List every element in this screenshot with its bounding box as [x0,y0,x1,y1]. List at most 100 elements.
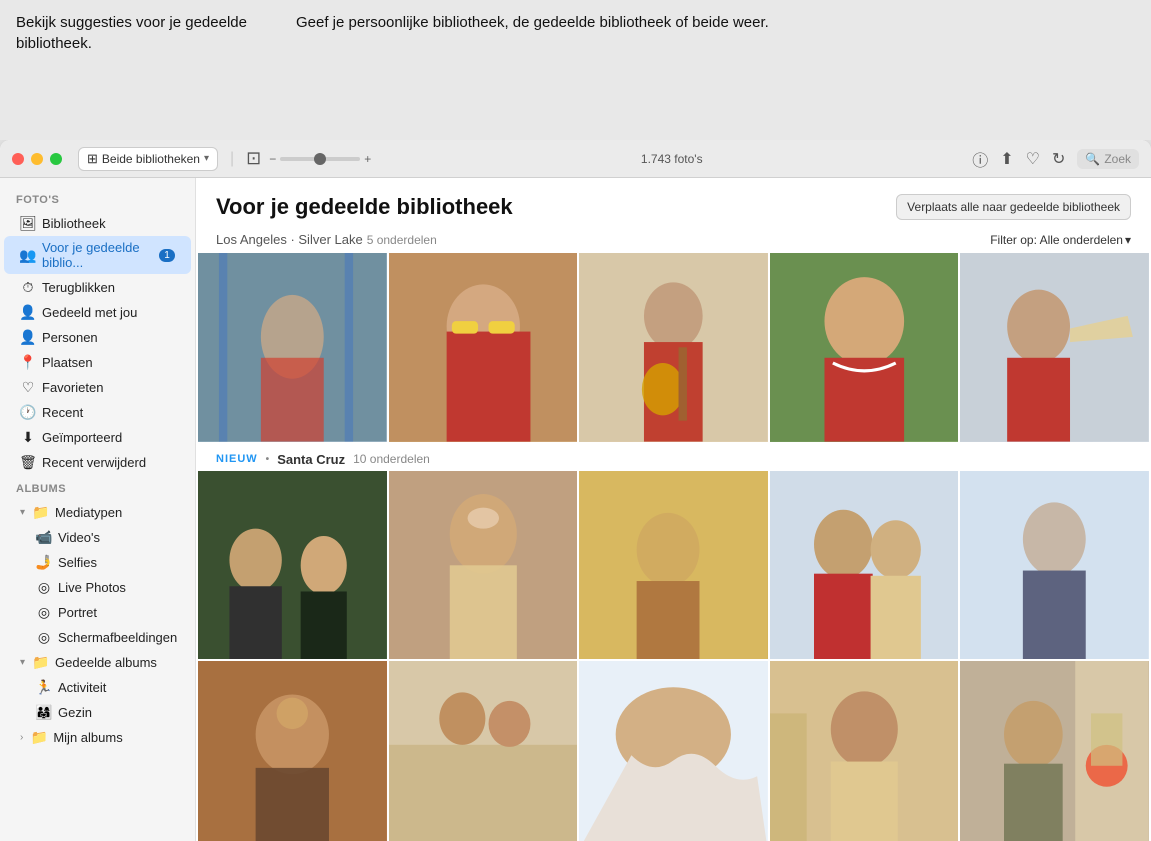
sidebar-item-recent[interactable]: 🕐 Recent [4,400,191,424]
heart-icon[interactable]: ♡ [1026,149,1040,169]
mediatypen-expand-icon: ▾ [20,507,25,518]
photo-cell[interactable] [960,253,1149,442]
sidebar-item-schermafbeeldingen[interactable]: ◎ Schermafbeeldingen [4,625,191,649]
callout-2: Geef je persoonlijke bibliotheek, de ged… [280,0,1151,140]
sidebar-item-label: Gedeelde albums [55,655,157,670]
library-selector[interactable]: ⊞ Beide bibliotheken ▾ [78,147,218,171]
live-photos-icon: ◎ [36,579,52,595]
favorieten-icon: ♡ [20,379,36,395]
sidebar-item-mijn-albums[interactable]: › 📁 Mijn albums [4,725,191,749]
share-icon[interactable]: ⬆ [1000,149,1013,169]
sidebar: Foto's 🖼 Bibliotheek 👥 Voor je gedeelde … [0,178,196,841]
photo-grid-la [196,253,1151,442]
photo-cell[interactable] [389,253,578,442]
minimize-button[interactable] [31,153,43,165]
mijn-albums-icon: 📁 [31,729,47,745]
sidebar-item-label: Gezin [58,705,92,720]
sidebar-item-recent-verwijderd[interactable]: 🗑 Recent verwijderd [4,450,191,474]
sidebar-item-gedeeld-met-jou[interactable]: 👤 Gedeeld met jou [4,300,191,324]
mijn-albums-expand-icon: › [20,732,23,743]
voor-gedeelde-badge: 1 [159,249,175,262]
recent-icon: 🕐 [20,404,36,420]
sidebar-item-label: Gedeeld met jou [42,305,137,320]
activiteit-icon: 🏃 [36,679,52,695]
sidebar-item-personen[interactable]: 👤 Personen [4,325,191,349]
sidebar-item-label: Live Photos [58,580,126,595]
sidebar-item-terugblikken[interactable]: ⏱ Terugblikken [4,275,191,299]
photo-cell[interactable] [198,253,387,442]
sidebar-item-plaatsen[interactable]: 📍 Plaatsen [4,350,191,374]
photo-count-label: 1.743 foto's [641,152,703,166]
selfies-icon: 🤳 [36,554,52,570]
slideshow-button[interactable]: ⊡ [246,148,261,169]
callout-2-text: Geef je persoonlijke bibliotheek, de ged… [296,14,769,31]
sidebar-item-label: Personen [42,330,98,345]
photo-cell[interactable] [579,253,768,442]
sidebar-item-geimporteerd[interactable]: ⬇ Geïmporteerd [4,425,191,449]
photo-count: 1.743 foto's [379,152,964,166]
traffic-lights [12,153,62,165]
bullet: • [266,454,270,465]
sidebar-item-mediatypen[interactable]: ▾ 📁 Mediatypen [4,500,191,524]
photo-cell[interactable] [198,661,387,841]
sidebar-item-label: Selfies [58,555,97,570]
sidebar-item-label: Video's [58,530,100,545]
main-content: Voor je gedeelde bibliotheek Verplaats a… [196,178,1151,841]
geimporteerd-icon: ⬇ [20,429,36,445]
gezin-icon: 👨‍👩‍👧 [36,704,52,720]
photo-cell[interactable] [960,471,1149,660]
filter-button[interactable]: Filter op: Alle onderdelen ▾ [990,233,1131,247]
sidebar-item-label: Voor je gedeelde biblio... [42,240,153,270]
photo-cell[interactable] [770,471,959,660]
photo-cell[interactable] [960,661,1149,841]
rotate-icon[interactable]: ↻ [1052,149,1065,169]
photo-cell[interactable] [389,661,578,841]
page-title: Voor je gedeelde bibliotheek [216,194,513,220]
location-text-la: Los Angeles · Silver Lake [216,232,363,247]
photo-cell[interactable] [389,471,578,660]
photo-cell[interactable] [198,471,387,660]
photo-cell[interactable] [579,471,768,660]
sidebar-item-label: Recent verwijderd [42,455,146,470]
sidebar-item-label: Terugblikken [42,280,115,295]
mediatypen-icon: 📁 [33,504,49,520]
toolbar: ⊞ Beide bibliotheken ▾ | ⊡ − + 1.743 fot… [78,147,1139,171]
fotos-section-label: Foto's [0,186,195,210]
sidebar-item-activiteit[interactable]: 🏃 Activiteit [4,675,191,699]
search-box[interactable]: 🔍 Zoek [1077,149,1139,169]
zoom-slider[interactable] [280,157,360,161]
schermafbeeldingen-icon: ◎ [36,629,52,645]
section-location-la: Los Angeles · Silver Lake 5 onderdelen [216,232,437,247]
gedeelde-albums-expand-icon: ▾ [20,657,25,668]
sidebar-item-gedeelde-albums[interactable]: ▾ 📁 Gedeelde albums [4,650,191,674]
close-button[interactable] [12,153,24,165]
sidebar-item-selfies[interactable]: 🤳 Selfies [4,550,191,574]
sidebar-item-live-photos[interactable]: ◎ Live Photos [4,575,191,599]
sidebar-item-favorieten[interactable]: ♡ Favorieten [4,375,191,399]
sidebar-item-bibliotheek[interactable]: 🖼 Bibliotheek [4,211,191,235]
sidebar-item-videos[interactable]: 📹 Video's [4,525,191,549]
photo-cell[interactable] [770,253,959,442]
photo-cell[interactable] [579,661,768,841]
zoom-minus[interactable]: − [269,152,276,166]
sidebar-item-gezin[interactable]: 👨‍👩‍👧 Gezin [4,700,191,724]
title-bar: ⊞ Beide bibliotheken ▾ | ⊡ − + 1.743 fot… [0,140,1151,178]
sidebar-item-label: Schermafbeeldingen [58,630,177,645]
callouts-area: Bekijk suggesties voor je gedeelde bibli… [0,0,1151,140]
sidebar-item-label: Activiteit [58,680,106,695]
sidebar-item-portret[interactable]: ◎ Portret [4,600,191,624]
maximize-button[interactable] [50,153,62,165]
zoom-control: − + [269,152,371,166]
info-icon[interactable]: ⓘ [972,147,988,171]
section-count-sc: 10 onderdelen [353,452,430,466]
personen-icon: 👤 [20,329,36,345]
bibliotheek-icon: 🖼 [20,215,36,231]
chevron-down-icon: ▾ [204,153,209,164]
search-placeholder: Zoek [1104,152,1131,166]
sidebar-item-voor-gedeelde[interactable]: 👥 Voor je gedeelde biblio... 1 [4,236,191,274]
zoom-plus[interactable]: + [364,152,371,166]
photo-cell[interactable] [770,661,959,841]
search-icon: 🔍 [1085,152,1100,166]
library-selector-label: Beide bibliotheken [102,152,200,166]
move-to-shared-button[interactable]: Verplaats alle naar gedeelde bibliotheek [896,194,1131,220]
